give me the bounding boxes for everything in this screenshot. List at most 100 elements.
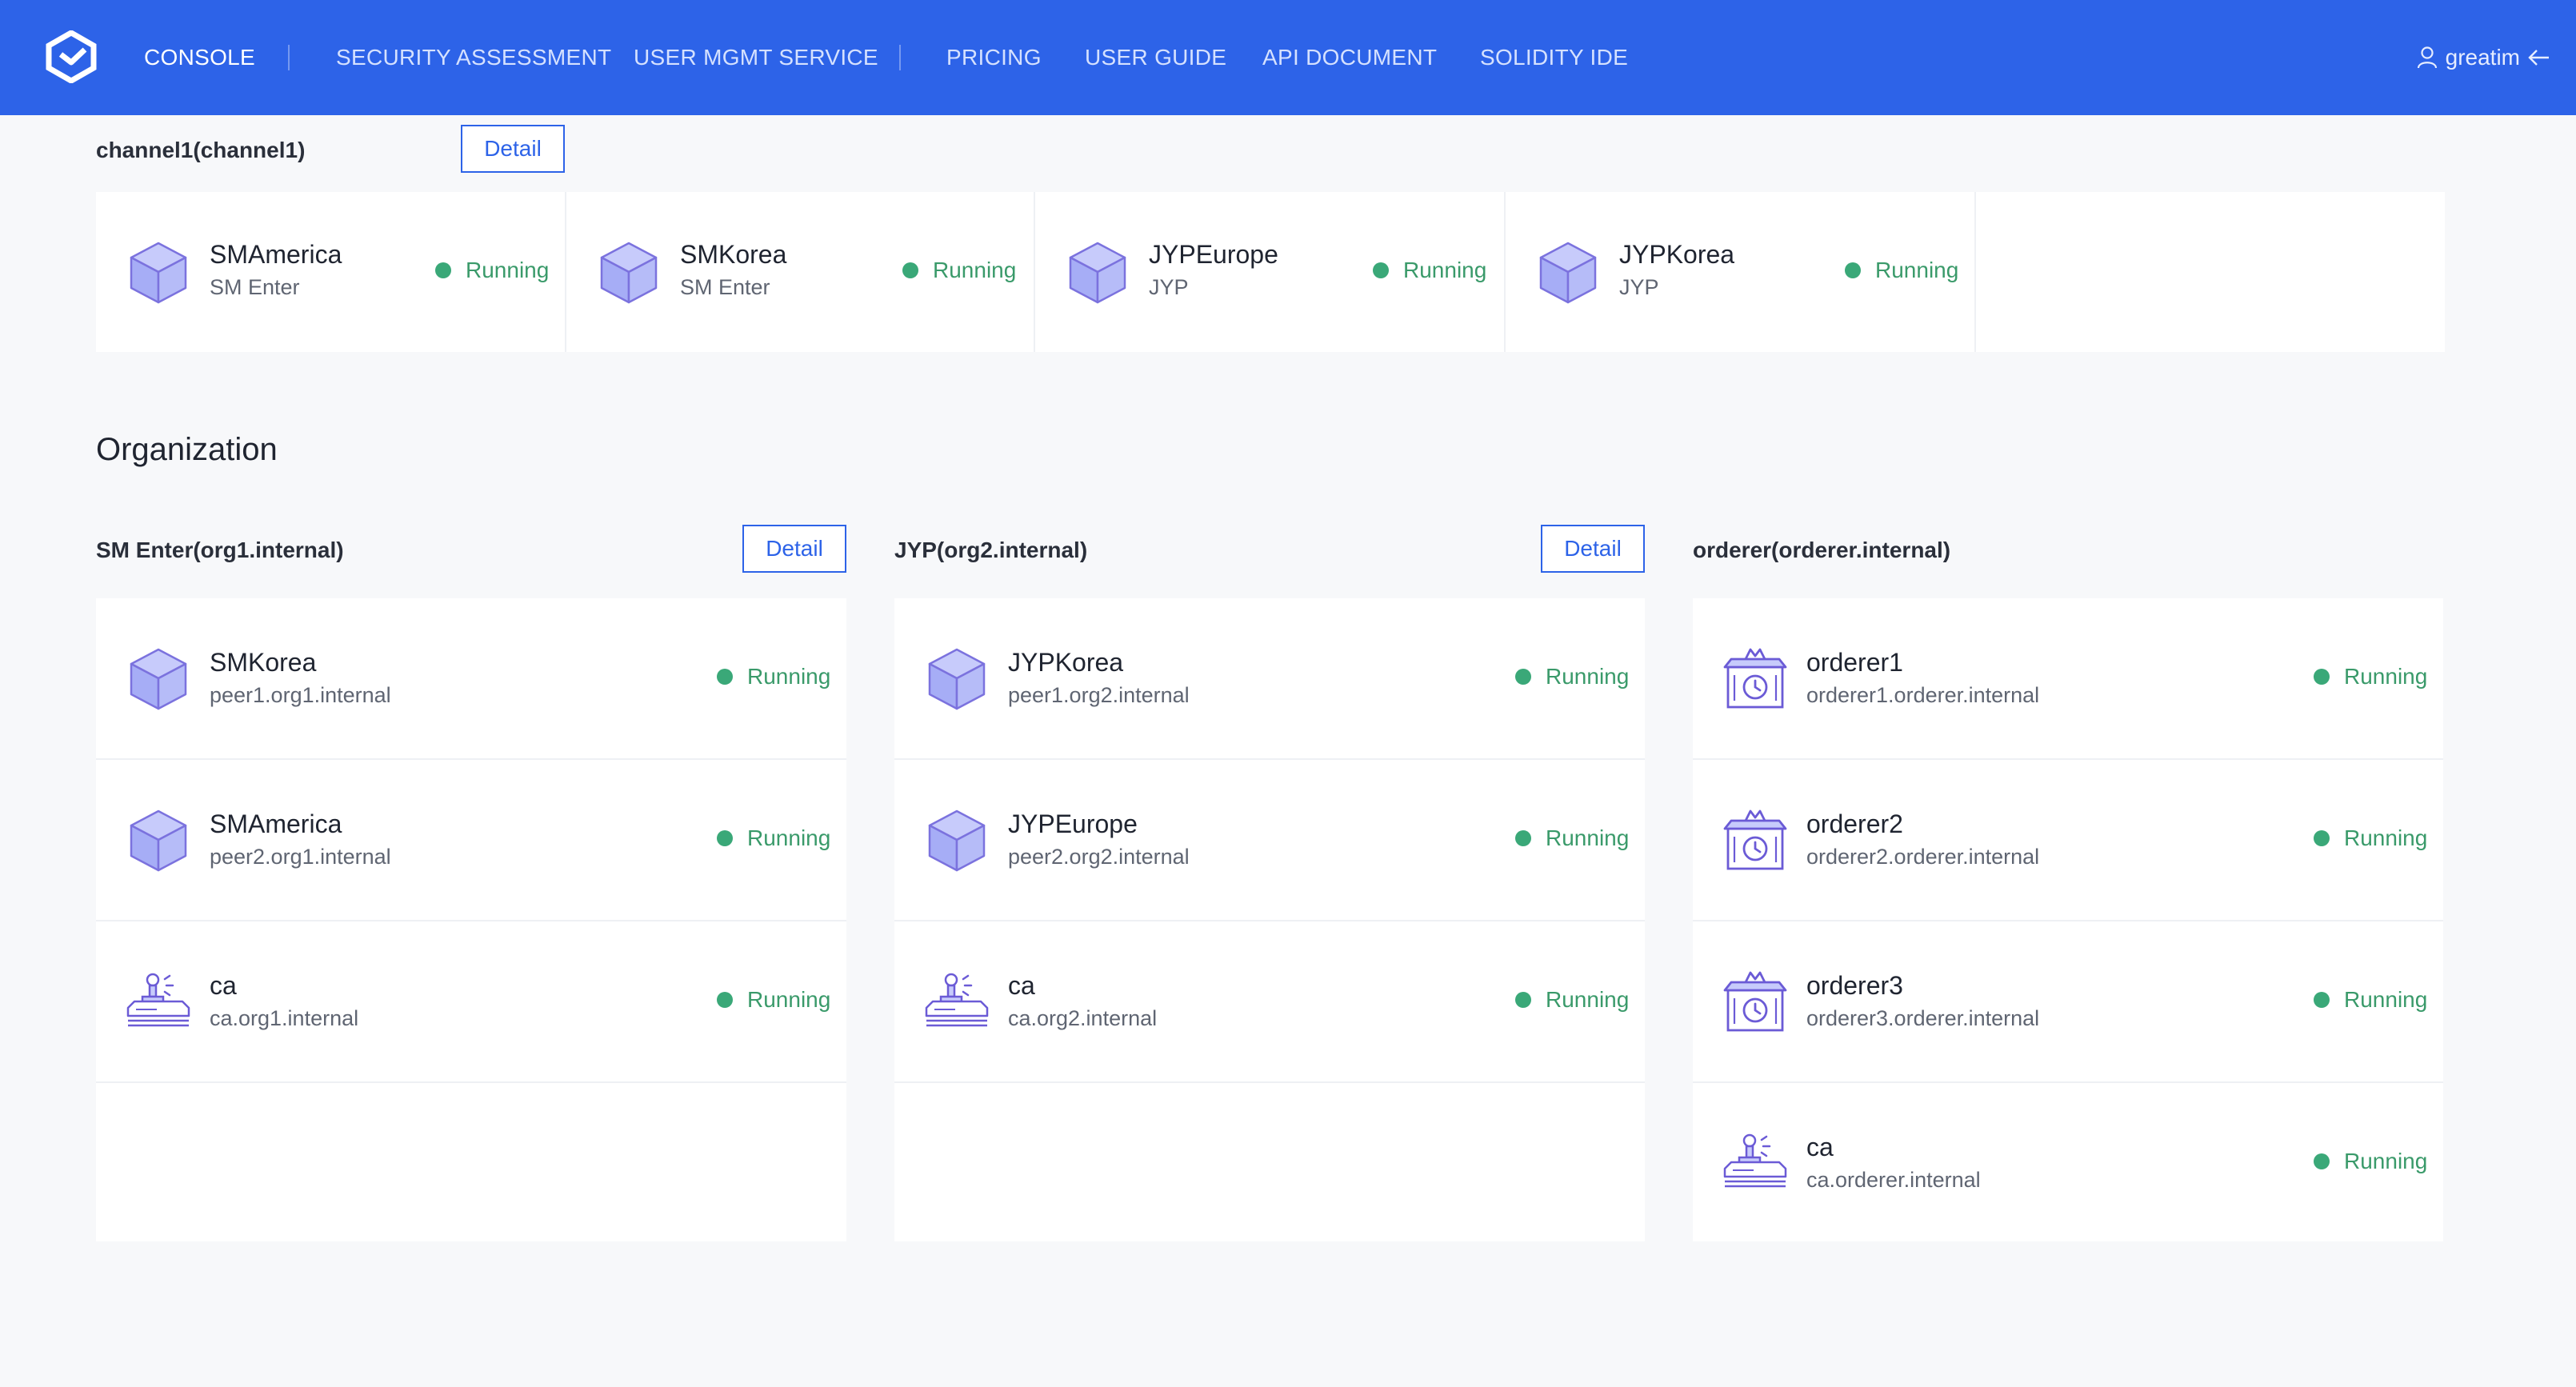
nav-solidity-ide[interactable]: SOLIDITY IDE	[1480, 0, 1628, 115]
nav-api-document[interactable]: API DOCUMENT	[1262, 0, 1437, 115]
node-host: peer1.org1.internal	[210, 683, 391, 707]
divider	[1974, 192, 1976, 352]
peer-org: JYP	[1619, 275, 1659, 299]
channel-peer-card[interactable]: JYPKorea JYP Running	[1506, 192, 1974, 352]
status-text: Running	[1875, 258, 1959, 282]
node-name: SMKorea	[210, 648, 317, 677]
status-badge: Running	[435, 258, 549, 283]
status-text: Running	[2344, 987, 2428, 1012]
status-badge: Running	[1373, 258, 1486, 283]
node-host: orderer1.orderer.internal	[1806, 683, 2040, 707]
status-dot	[1845, 262, 1861, 278]
node-name: SMAmerica	[210, 809, 342, 838]
node-name: orderer1	[1806, 648, 1903, 677]
nav-separator	[288, 45, 290, 70]
peer-name: JYPEurope	[1149, 240, 1278, 269]
status-dot	[2314, 830, 2330, 846]
peer-org: JYP	[1149, 275, 1189, 299]
status-badge: Running	[2314, 987, 2427, 1013]
node-name: ca	[1806, 1133, 1834, 1161]
status-text: Running	[1546, 664, 1630, 689]
node-row[interactable]: SMKorea peer1.org1.internal Running	[96, 598, 846, 758]
nav-security-assessment[interactable]: SECURITY ASSESSMENT	[336, 0, 611, 115]
stamp-icon	[126, 973, 190, 1027]
org1-detail-button[interactable]: Detail	[742, 525, 846, 573]
channel-peer-card[interactable]: JYPEurope JYP Running	[1035, 192, 1504, 352]
node-host: peer2.org1.internal	[210, 845, 391, 869]
node-row[interactable]: JYPEurope peer2.org2.internal Running	[894, 760, 1645, 920]
orderer-icon	[1723, 648, 1787, 709]
org-title: JYP(org2.internal)	[894, 538, 1088, 562]
node-host: ca.org1.internal	[210, 1006, 359, 1030]
node-name: JYPEurope	[1008, 809, 1138, 838]
channel-peer-card[interactable]: SMKorea SM Enter Running	[566, 192, 1034, 352]
peer-org: SM Enter	[680, 275, 770, 299]
user-menu[interactable]: greatim	[2417, 0, 2550, 115]
channel-peer-card[interactable]: SMAmerica SM Enter Running	[96, 192, 565, 352]
status-badge: Running	[1845, 258, 1958, 283]
cube-icon	[1069, 242, 1126, 304]
status-badge: Running	[1515, 987, 1629, 1013]
node-row[interactable]: ca ca.org2.internal Running	[894, 921, 1645, 1081]
node-host: orderer3.orderer.internal	[1806, 1006, 2040, 1030]
top-nav-bar: CONSOLE SECURITY ASSESSMENT USER MGMT SE…	[0, 0, 2576, 115]
orderer-icon	[1723, 971, 1787, 1032]
org-title: orderer(orderer.internal)	[1693, 538, 1951, 562]
orderer-icon	[1723, 809, 1787, 870]
status-badge: Running	[2314, 664, 2427, 690]
logout-arrow-icon[interactable]	[2528, 49, 2550, 66]
status-dot	[435, 262, 451, 278]
status-badge: Running	[2314, 1149, 2427, 1174]
status-text: Running	[2344, 825, 2428, 850]
row-divider	[894, 1081, 1645, 1083]
status-dot	[1515, 830, 1531, 846]
cube-icon	[928, 809, 986, 872]
channel-detail-button[interactable]: Detail	[461, 125, 565, 173]
node-row[interactable]: orderer2 orderer2.orderer.internal Runni…	[1693, 760, 2443, 920]
node-name: JYPKorea	[1008, 648, 1124, 677]
nav-pricing[interactable]: PRICING	[946, 0, 1042, 115]
node-row[interactable]: orderer3 orderer3.orderer.internal Runni…	[1693, 921, 2443, 1081]
user-icon	[2417, 46, 2437, 69]
nav-user-mgmt-service[interactable]: USER MGMT SERVICE	[634, 0, 878, 115]
node-row[interactable]: ca ca.org1.internal Running	[96, 921, 846, 1081]
status-dot	[902, 262, 918, 278]
cube-icon	[1539, 242, 1597, 304]
nav-console[interactable]: CONSOLE	[144, 0, 255, 115]
node-row[interactable]: SMAmerica peer2.org1.internal Running	[96, 760, 846, 920]
node-row[interactable]: orderer1 orderer1.orderer.internal Runni…	[1693, 598, 2443, 758]
status-badge: Running	[1515, 825, 1629, 851]
status-text: Running	[747, 987, 831, 1012]
status-dot	[1515, 992, 1531, 1008]
peer-name: SMKorea	[680, 240, 787, 269]
status-badge: Running	[717, 664, 830, 690]
logo-icon[interactable]	[45, 30, 98, 83]
org2-detail-button[interactable]: Detail	[1541, 525, 1645, 573]
status-dot	[1373, 262, 1389, 278]
cube-icon	[600, 242, 658, 304]
cube-icon	[130, 809, 187, 872]
nav-user-guide[interactable]: USER GUIDE	[1085, 0, 1226, 115]
node-row[interactable]: JYPKorea peer1.org2.internal Running	[894, 598, 1645, 758]
node-row[interactable]: ca ca.orderer.internal Running	[1693, 1083, 2443, 1241]
node-host: orderer2.orderer.internal	[1806, 845, 2040, 869]
status-dot	[717, 830, 733, 846]
node-host: ca.org2.internal	[1008, 1006, 1158, 1030]
peer-org: SM Enter	[210, 275, 300, 299]
status-dot	[2314, 669, 2330, 685]
channel-title: channel1(channel1)	[96, 138, 306, 162]
status-badge: Running	[717, 825, 830, 851]
status-dot	[2314, 992, 2330, 1008]
status-text: Running	[2344, 1149, 2428, 1173]
status-text: Running	[466, 258, 550, 282]
node-name: ca	[210, 971, 237, 1000]
cube-icon	[928, 648, 986, 710]
status-badge: Running	[1515, 664, 1629, 690]
node-name: orderer2	[1806, 809, 1903, 838]
status-badge: Running	[2314, 825, 2427, 851]
cube-icon	[130, 648, 187, 710]
node-host: ca.orderer.internal	[1806, 1168, 1981, 1192]
status-dot	[2314, 1153, 2330, 1169]
username: greatim	[2445, 45, 2520, 70]
status-dot	[1515, 669, 1531, 685]
